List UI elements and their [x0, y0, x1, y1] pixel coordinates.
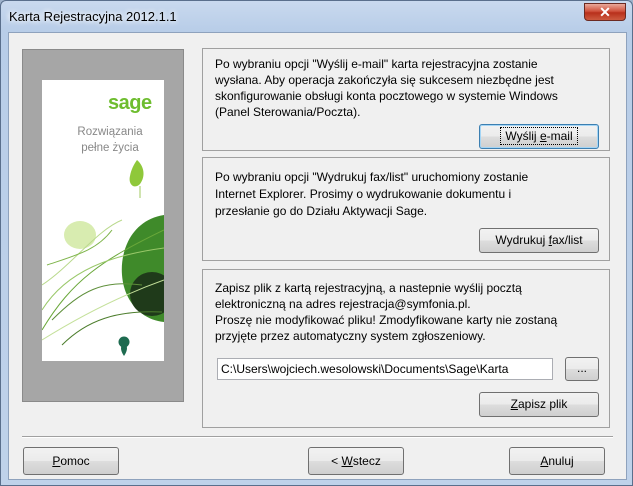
fax-text-line-1: Po wybraniu opcji "Wydrukuj fax/list" ur… [215, 170, 529, 184]
title-bar[interactable]: Karta Rejestracyjna 2012.1.1 ✕ [1, 1, 632, 32]
fax-text-line-2: Internet Explorer. Prosimy o wydrukowani… [215, 187, 512, 201]
dialog-client-area: sage Rozwiązania pełne życia Po wybraniu… [8, 32, 627, 480]
help-label-post: omoc [60, 454, 90, 468]
print-fax-button[interactable]: Wydrukuj fax/list [479, 228, 599, 253]
banner-artwork [42, 160, 164, 356]
save-file-label-key: Z [510, 397, 518, 411]
save-text-line-2: elektroniczną na adres rejestracja@symfo… [215, 297, 471, 311]
save-text-line-1: Zapisz plik z kartą rejestracyjną, a nas… [215, 281, 522, 295]
email-text-line-3: skonfigurowanie obsługi konta pocztowego… [215, 89, 558, 103]
window-title: Karta Rejestracyjna 2012.1.1 [9, 9, 177, 24]
save-file-section: Zapisz plik z kartą rejestracyjną, a nas… [202, 269, 610, 428]
help-button[interactable]: Pomoc [23, 447, 119, 475]
browse-icon: ... [576, 361, 587, 375]
registration-window: Karta Rejestracyjna 2012.1.1 ✕ sage Rozw… [0, 0, 633, 486]
save-text-line-3: Proszę nie modyfikować pliku! Zmodyfikow… [215, 313, 558, 327]
send-email-button-label: Wyślij e-mail [500, 127, 578, 145]
back-label-pre: < [331, 454, 342, 468]
send-email-button[interactable]: Wyślij e-mail [479, 124, 599, 149]
fax-section: Po wybraniu opcji "Wydrukuj fax/list" ur… [202, 157, 610, 261]
email-text-line-4: (Panel Sterowania/Poczta). [215, 105, 361, 119]
email-text-line-2: wysłana. Aby operacja zakończyła się suk… [215, 73, 554, 87]
save-file-label-post: apisz plik [517, 397, 568, 411]
close-icon: ✕ [599, 4, 611, 20]
fax-text-line-3: przesłanie go do Działu Aktywacji Sage. [215, 204, 428, 218]
image-panel: sage Rozwiązania pełne życia [22, 49, 184, 402]
cancel-label-post: nuluj [548, 454, 574, 468]
print-fax-label-post: ax/list [551, 233, 583, 247]
cancel-button[interactable]: Anuluj [509, 447, 605, 475]
email-text-line-1: Po wybraniu opcji "Wyślij e-mail" karta … [215, 57, 538, 71]
save-file-button[interactable]: Zapisz plik [479, 392, 599, 417]
footer-separator [22, 436, 613, 438]
save-text-line-4: przyjęte przez automatyczny system zgłos… [215, 329, 486, 343]
leaf-icon [129, 160, 144, 187]
browse-button[interactable]: ... [565, 357, 599, 381]
send-email-label-post: -mail [546, 129, 573, 143]
send-email-label-pre: Wyślij [505, 129, 540, 143]
close-button[interactable]: ✕ [584, 3, 626, 21]
back-button[interactable]: < Wstecz [308, 447, 404, 475]
sage-banner: sage Rozwiązania pełne życia [42, 80, 164, 361]
send-email-label-key: e [539, 129, 547, 143]
back-label-post: stecz [352, 454, 381, 468]
print-fax-label-pre: Wydrukuj [495, 233, 549, 247]
email-section: Po wybraniu opcji "Wyślij e-mail" karta … [202, 48, 610, 151]
back-label-key: W [341, 454, 353, 468]
file-path-field[interactable]: C:\Users\wojciech.wesolowski\Documents\S… [217, 358, 553, 380]
